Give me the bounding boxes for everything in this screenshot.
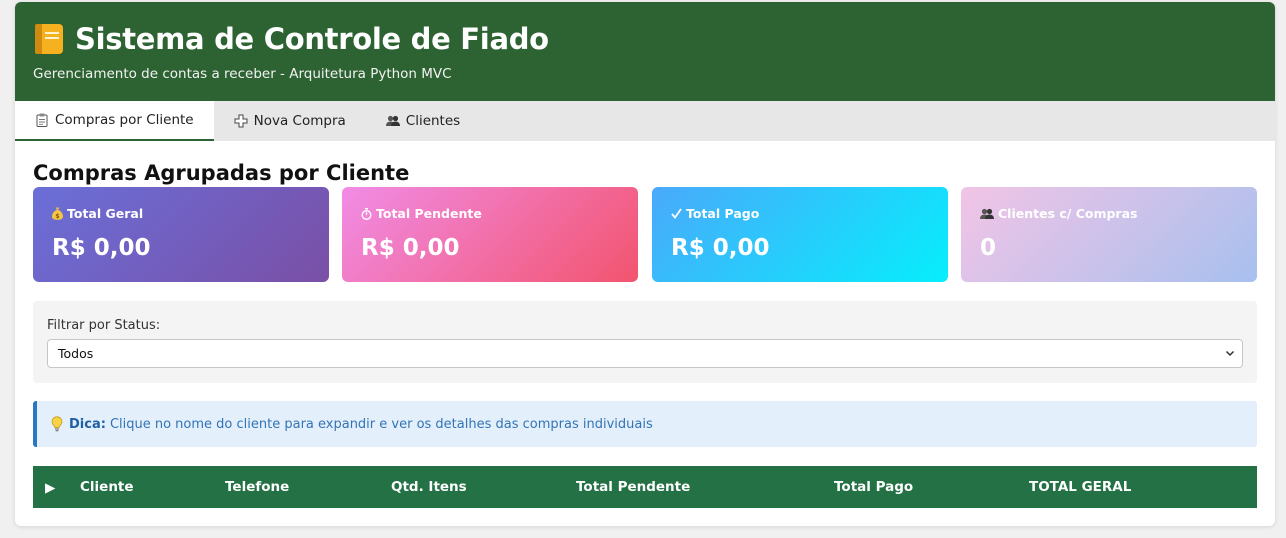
column-header-total-geral[interactable]: TOTAL GERAL [1029,479,1131,495]
clipboard-icon [35,113,49,127]
card-value: 0 [980,235,997,261]
column-header-total-pago[interactable]: Total Pago [834,479,913,495]
summary-cards: $ Total Geral R$ 0,00 Total Pendente R$ … [33,187,1257,282]
page-subtitle: Gerenciamento de contas a receber - Arqu… [33,66,452,82]
users-icon [980,208,994,220]
check-icon [671,208,682,219]
page-header: Sistema de Controle de Fiado Gerenciamen… [15,2,1275,101]
card-label: Total Geral [67,206,144,221]
page-title: Sistema de Controle de Fiado [75,22,549,56]
card-total-pago: Total Pago R$ 0,00 [652,187,948,282]
status-filter-select[interactable]: Todos [47,339,1243,368]
tip-banner: Dica: Clique no nome do cliente para exp… [33,401,1257,447]
tab-label: Clientes [405,113,461,129]
column-header-telefone[interactable]: Telefone [225,479,289,495]
card-clientes-com-compras: Clientes c/ Compras 0 [961,187,1257,282]
timer-icon [361,207,372,220]
card-value: R$ 0,00 [52,235,151,261]
card-value: R$ 0,00 [361,235,460,261]
card-value: R$ 0,00 [671,235,770,261]
tab-clientes[interactable]: Clientes [366,101,480,141]
tab-compras-por-cliente[interactable]: Compras por Cliente [15,101,214,141]
tab-label: Nova Compra [253,113,346,129]
filter-label: Filtrar por Status: [47,318,161,333]
card-total-pendente: Total Pendente R$ 0,00 [342,187,638,282]
users-icon [385,114,400,128]
section-title: Compras Agrupadas por Cliente [33,161,410,185]
tab-nova-compra[interactable]: Nova Compra [214,101,366,141]
tab-bar: Compras por Cliente Nova Compra Clientes [15,101,1275,141]
column-header-qtd-itens[interactable]: Qtd. Itens [391,479,467,495]
column-header-total-pendente[interactable]: Total Pendente [576,479,690,495]
filter-panel: Filtrar por Status: Todos [33,301,1257,383]
card-label: Total Pago [686,206,760,221]
card-total-geral: $ Total Geral R$ 0,00 [33,187,329,282]
expand-all-icon[interactable]: ▶ [45,480,55,496]
svg-text:$: $ [55,213,59,220]
title-row: Sistema de Controle de Fiado [35,22,549,56]
ledger-book-icon [35,24,63,54]
app-window: Sistema de Controle de Fiado Gerenciamen… [15,2,1275,526]
tip-title: Dica: [69,416,106,432]
plus-icon [234,114,248,128]
table-header: ▶ Cliente Telefone Qtd. Itens Total Pend… [33,466,1257,508]
money-bag-icon: $ [52,207,63,220]
tab-label: Compras por Cliente [55,112,194,128]
lightbulb-icon [51,416,63,432]
card-label: Total Pendente [376,206,482,221]
tip-text: Clique no nome do cliente para expandir … [109,416,653,432]
status-filter-value: Todos [58,346,94,361]
chevron-down-icon [1224,347,1236,359]
column-header-cliente[interactable]: Cliente [80,479,134,495]
card-label: Clientes c/ Compras [998,206,1138,221]
